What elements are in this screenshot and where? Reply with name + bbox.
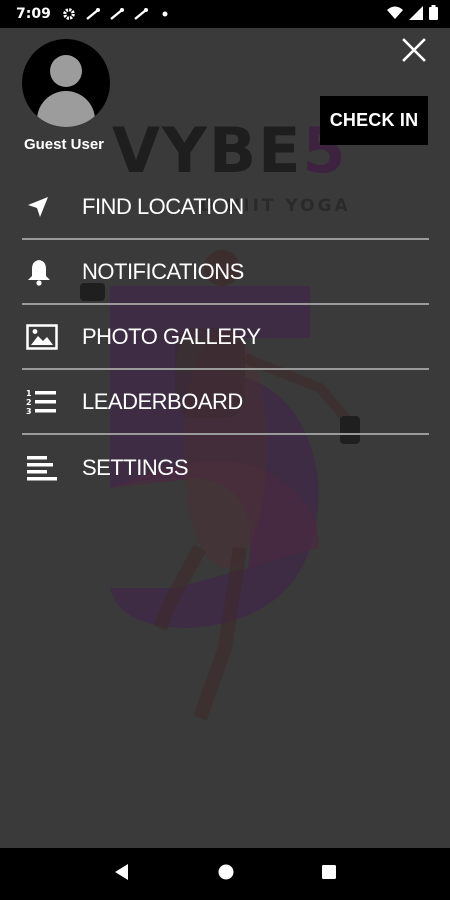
svg-text:3: 3 <box>26 407 32 416</box>
numbered-list-icon: 1 2 3 <box>26 387 70 417</box>
signal-icon <box>409 5 423 23</box>
recents-icon[interactable] <box>321 864 337 885</box>
wrench-icon <box>109 6 125 22</box>
home-icon[interactable] <box>217 863 235 886</box>
back-icon[interactable] <box>113 863 131 886</box>
avatar-head <box>50 55 82 87</box>
wifi-icon <box>387 6 403 23</box>
status-time: 7:09 <box>16 6 51 22</box>
menu-item-find-location[interactable]: FIND LOCATION <box>22 175 429 240</box>
battery-icon <box>429 5 438 23</box>
svg-text:2: 2 <box>26 398 32 407</box>
close-icon <box>402 38 426 62</box>
menu-item-settings[interactable]: SETTINGS <box>22 435 429 500</box>
menu-item-label: LEADERBOARD <box>82 388 243 414</box>
avatar[interactable] <box>22 39 110 127</box>
system-nav-bar <box>0 848 450 900</box>
avatar-body <box>37 91 95 127</box>
drawer-menu: FIND LOCATION NOTIFICATIONS PHOTO GALLER… <box>22 175 429 500</box>
menu-item-label: NOTIFICATIONS <box>82 258 244 284</box>
settings-lines-icon <box>26 453 70 483</box>
menu-item-photo-gallery[interactable]: PHOTO GALLERY <box>22 305 429 370</box>
menu-item-label: SETTINGS <box>82 454 189 480</box>
app-screen: VYBE5 D HIIT YOGA CHECK IN Guest User FI… <box>0 28 450 848</box>
menu-item-notifications[interactable]: NOTIFICATIONS <box>22 240 429 305</box>
check-in-button[interactable]: CHECK IN <box>320 96 428 145</box>
menu-item-leaderboard[interactable]: 1 2 3 LEADERBOARD <box>22 370 429 435</box>
wrench-icon <box>133 6 149 22</box>
image-icon <box>26 322 70 352</box>
settings-gear-icon <box>61 6 77 22</box>
bell-icon <box>26 257 70 287</box>
navigation-arrow-icon <box>26 192 70 222</box>
status-bar: 7:09 <box>0 0 450 28</box>
menu-item-label: PHOTO GALLERY <box>82 323 261 349</box>
user-profile[interactable]: Guest User <box>22 39 110 153</box>
wrench-icon <box>85 6 101 22</box>
svg-text:1: 1 <box>26 389 32 398</box>
menu-item-label: FIND LOCATION <box>82 193 244 219</box>
close-drawer-button[interactable] <box>398 34 430 66</box>
user-name: Guest User <box>23 136 105 153</box>
dot-icon <box>157 6 173 22</box>
